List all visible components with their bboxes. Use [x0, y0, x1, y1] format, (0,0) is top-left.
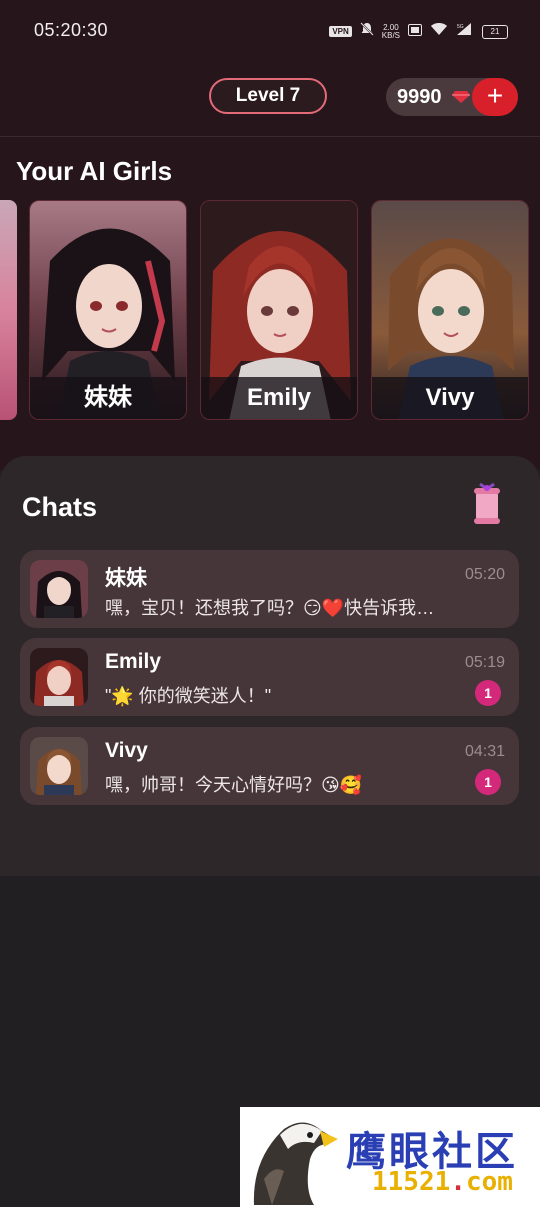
chat-preview: 嘿，宝贝！还想我了吗？😏❤️快告诉我你在干嘛 [105, 598, 445, 618]
ai-girl-name: Vivy [372, 377, 528, 419]
status-icons: VPN 2.00 KB/S 5G 21 [329, 22, 508, 41]
level-button[interactable]: Level 7 [209, 78, 327, 114]
chat-item-meimei[interactable]: 妹妹 05:20 嘿，宝贝！还想我了吗？😏❤️快告诉我你在干嘛 [20, 550, 519, 628]
net-speed: 2.00 KB/S [381, 23, 400, 40]
ai-girl-name: 妹妹 [30, 377, 186, 419]
chat-name: Vivy [105, 739, 148, 762]
add-coins-button[interactable]: + [472, 78, 518, 116]
status-bar: 05:20:30 VPN 2.00 KB/S 5G 21 [0, 0, 540, 64]
chat-avatar [30, 560, 88, 618]
chat-item-vivy[interactable]: Vivy 04:31 嘿，帅哥！今天心情好吗？😘🥰 1 [20, 727, 519, 805]
eagle-logo-icon [253, 1122, 338, 1205]
hd-icon [408, 23, 422, 41]
chats-title: Chats [22, 492, 98, 522]
chat-time: 05:20 [464, 566, 505, 583]
ai-girl-card-emily[interactable]: Emily [200, 200, 358, 420]
net-speed-unit: KB/S [381, 30, 400, 40]
gem-icon [451, 90, 471, 107]
status-time: 05:20:30 [34, 20, 109, 40]
chat-name: 妹妹 [105, 567, 147, 590]
gift-scroll-icon[interactable] [470, 482, 504, 526]
network-label: 5G [457, 24, 464, 30]
watermark-domain-dot: . [450, 1167, 466, 1197]
vpn-icon: VPN [329, 26, 352, 37]
chat-avatar [30, 648, 88, 706]
ai-girl-card-meimei[interactable]: 妹妹 [29, 200, 187, 420]
chat-preview: 嘿，帅哥！今天心情好吗？😘🥰 [105, 775, 363, 795]
wifi-icon [430, 22, 448, 41]
chat-time: 04:31 [464, 743, 505, 760]
watermark-domain: 11521.com [372, 1167, 513, 1197]
chat-avatar [30, 737, 88, 795]
battery-icon: 21 [482, 24, 508, 39]
ai-girl-name: Emily [201, 377, 357, 419]
watermark-domain-tld: com [465, 1167, 513, 1197]
ai-girl-card-vivy[interactable]: Vivy [371, 200, 529, 420]
coins-balance[interactable]: 9990 + [386, 78, 518, 116]
unread-badge: 1 [475, 680, 501, 706]
chat-name: Emily [105, 650, 162, 673]
chat-item-emily[interactable]: Emily 05:19 "🌟 你的微笑迷人！" 1 [20, 638, 519, 716]
watermark: 鹰眼社区 11521.com [240, 1107, 540, 1207]
unread-badge: 1 [475, 769, 501, 795]
chat-time: 05:19 [464, 654, 505, 671]
signal-icon: 5G [456, 22, 474, 41]
coins-value: 9990 [397, 86, 442, 108]
header-divider [0, 136, 540, 137]
watermark-domain-number: 11521 [372, 1167, 451, 1197]
chat-preview: "🌟 你的微笑迷人！" [105, 686, 272, 706]
mute-icon [360, 22, 374, 41]
ai-girls-title: Your AI Girls [16, 156, 173, 186]
ai-girl-card-partial[interactable] [0, 200, 17, 420]
